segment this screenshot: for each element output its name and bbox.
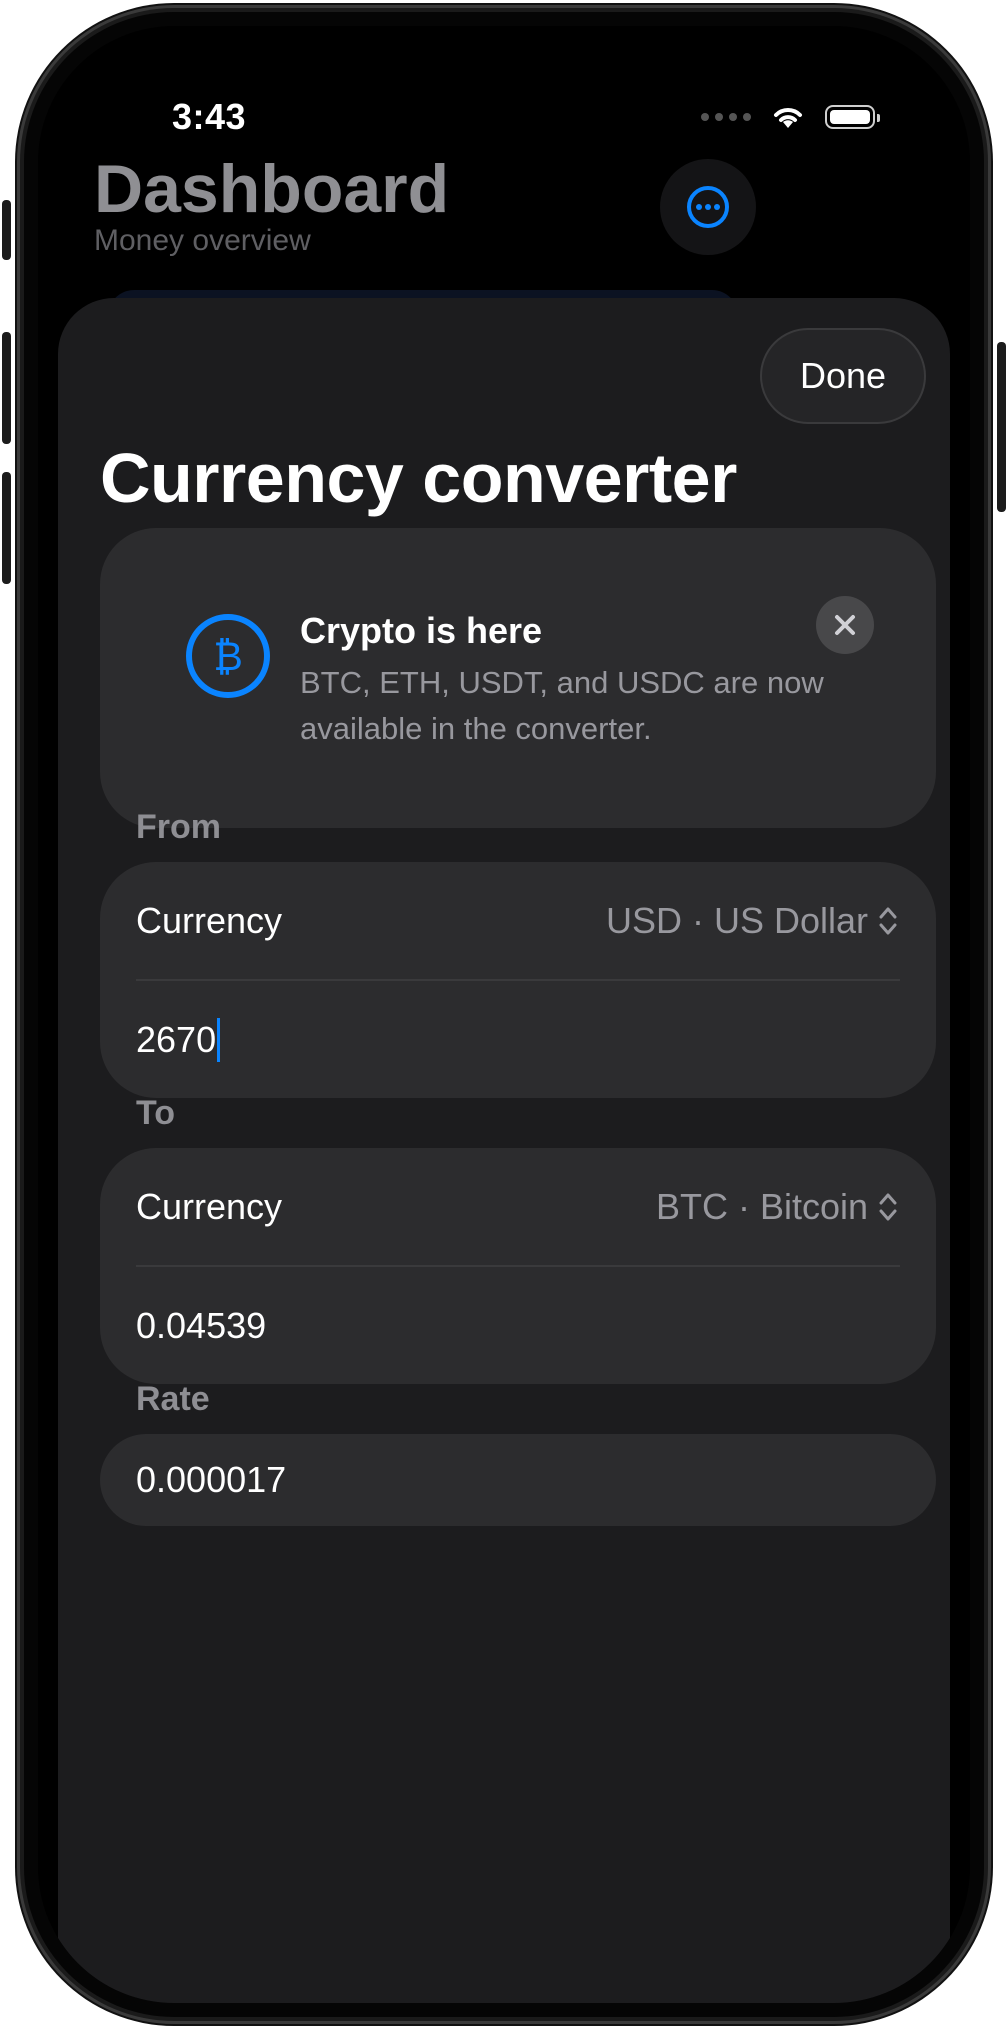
from-amount-field[interactable]: 2670 <box>100 981 936 1098</box>
phone-frame: 3:43 Dashboard Money overview Done Curre… <box>2 12 1006 2017</box>
to-currency-value: BTC · Bitcoin <box>655 1185 868 1227</box>
text-cursor <box>217 1017 221 1062</box>
chevron-up-down-icon <box>879 1193 897 1220</box>
signal-dots-icon <box>701 113 751 121</box>
to-currency-row[interactable]: Currency BTC · Bitcoin <box>100 1148 936 1265</box>
to-currency-label: Currency <box>136 1185 283 1227</box>
rate-group: 0.000017 <box>100 1434 936 1526</box>
crypto-promo-card: ₿ Crypto is here BTC, ETH, USDT, and USD… <box>100 528 936 828</box>
rate-value: 0.000017 <box>136 1459 287 1500</box>
to-amount-value: 0.04539 <box>136 1304 267 1346</box>
bitcoin-icon: ₿ <box>186 614 270 698</box>
to-amount-field[interactable]: 0.04539 <box>100 1267 936 1384</box>
promo-close-button[interactable] <box>816 596 874 654</box>
battery-icon <box>825 105 880 129</box>
screen: 3:43 Dashboard Money overview Done Curre… <box>38 26 970 2003</box>
to-currency-picker[interactable]: BTC · Bitcoin <box>656 1186 898 1228</box>
from-group: Currency USD · US Dollar 2670 <box>100 862 936 1098</box>
power-button <box>997 342 1006 512</box>
action-button <box>2 200 11 260</box>
from-currency-value: USD · US Dollar <box>605 899 868 941</box>
promo-title: Crypto is here <box>300 610 543 651</box>
rate-field[interactable]: 0.000017 <box>100 1434 936 1526</box>
svg-text:₿: ₿ <box>213 634 243 680</box>
to-section-label: To <box>136 1094 176 1132</box>
from-amount-value: 2670 <box>136 1018 217 1060</box>
from-section-label: From <box>136 808 221 846</box>
status-time: 3:43 <box>172 96 247 137</box>
chevron-up-down-icon <box>879 907 897 934</box>
volume-up-button <box>2 332 11 444</box>
dashboard-subtitle: Money overview <box>94 224 311 257</box>
done-button[interactable]: Done <box>760 328 926 424</box>
status-icons <box>701 104 880 130</box>
from-currency-row[interactable]: Currency USD · US Dollar <box>100 862 936 979</box>
wifi-icon <box>774 108 802 128</box>
ellipsis-circle-icon <box>687 186 729 228</box>
sheet-title: Currency converter <box>100 439 737 517</box>
more-button[interactable] <box>660 159 756 255</box>
rate-section-label: Rate <box>136 1380 210 1418</box>
promo-body: BTC, ETH, USDT, and USDC are now availab… <box>300 665 824 746</box>
currency-converter-sheet: Done Currency converter ₿ Crypto is here… <box>58 298 950 2003</box>
from-currency-label: Currency <box>136 899 283 941</box>
from-currency-picker[interactable]: USD · US Dollar <box>606 900 898 942</box>
dashboard-title: Dashboard <box>94 151 450 227</box>
close-icon <box>835 615 855 635</box>
to-group: Currency BTC · Bitcoin 0.04539 <box>100 1148 936 1384</box>
volume-down-button <box>2 472 11 584</box>
